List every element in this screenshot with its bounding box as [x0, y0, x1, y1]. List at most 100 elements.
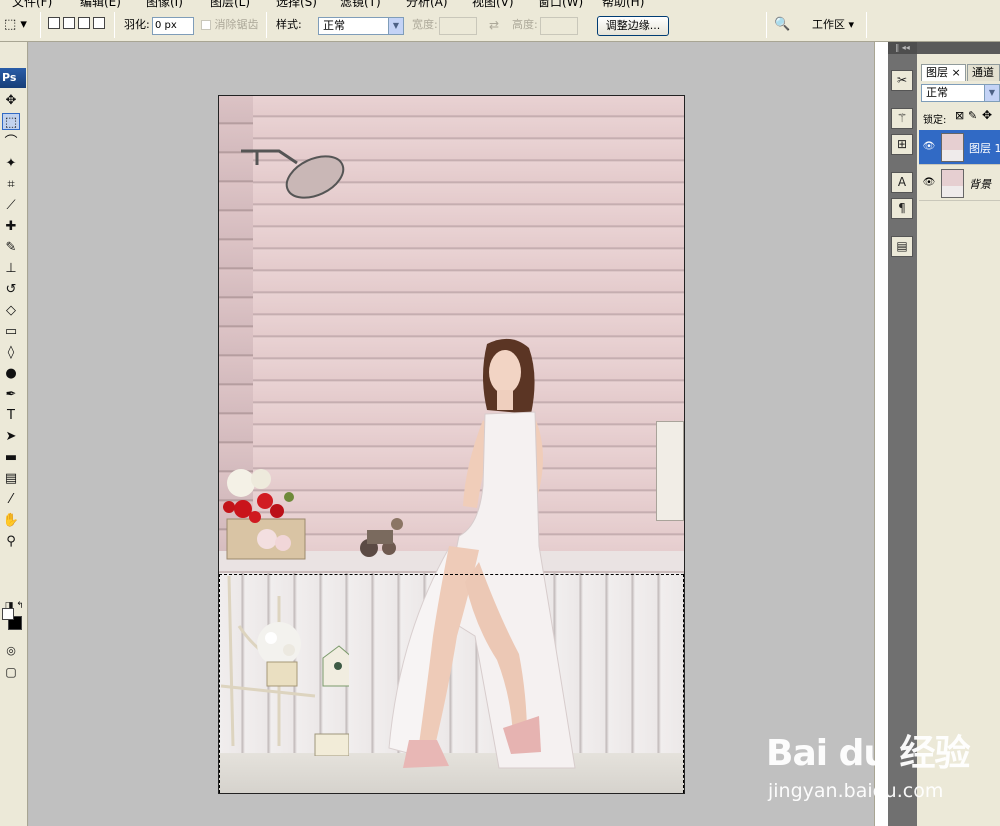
clone-source-icon[interactable]: ⊞	[891, 134, 913, 155]
divider	[866, 12, 867, 38]
zoom-tool-icon[interactable]: ⚲	[2, 533, 20, 550]
ps-logo: Ps	[0, 68, 26, 88]
close-icon[interactable]: ×	[952, 66, 961, 79]
info-panel-icon[interactable]: ▤	[891, 236, 913, 257]
menu-window[interactable]: 窗口(W)	[538, 0, 583, 8]
tab-channels[interactable]: 通道	[967, 64, 1000, 81]
refine-edge-button[interactable]: 调整边缘...	[597, 16, 669, 36]
width-input[interactable]	[439, 17, 477, 35]
photo-flowers	[223, 469, 306, 560]
brushes-icon[interactable]: ⚚	[891, 108, 913, 129]
height-input[interactable]	[540, 17, 578, 35]
menu-layer[interactable]: 图层(L)	[210, 0, 250, 8]
style-select-value: 正常	[323, 19, 345, 32]
options-bar: ⬚ ▾ 羽化: 0 px 消除锯齿 样式: 正常 ▼ 宽度: ⇄ 高度: 调整边…	[0, 8, 1000, 42]
height-label: 高度:	[512, 18, 538, 31]
baidu-jingyan-watermark: Bai du 经验 jingyan.baidu.com	[766, 724, 996, 814]
swap-dimensions-icon[interactable]: ⇄	[489, 16, 499, 34]
slice-tool-icon[interactable]: ⟋	[2, 197, 20, 214]
photo-shower-head	[241, 149, 345, 199]
palette-well-grip[interactable]: ‖ ◂◂	[888, 42, 917, 54]
gradient-tool-icon[interactable]: ▭	[2, 323, 20, 340]
dodge-tool-icon[interactable]: ●	[2, 365, 20, 382]
style-select[interactable]: 正常 ▼	[318, 17, 404, 35]
lock-position-icon[interactable]: ✥	[982, 108, 992, 122]
workspace-button[interactable]: 工作区 ▾	[812, 16, 854, 34]
history-brush-tool-icon[interactable]: ↺	[2, 281, 20, 298]
layer-thumbnail	[941, 169, 964, 198]
menu-file[interactable]: 文件(F)	[12, 0, 52, 8]
eye-icon[interactable]: 👁	[922, 140, 936, 154]
foreground-color-swatch[interactable]	[2, 608, 14, 620]
tab-layers-label: 图层	[926, 66, 948, 79]
blend-mode-value: 正常	[926, 86, 948, 99]
toolbox: Ps ✥ ⬚ ⌒ ✦ ⌗ ⟋ ✚ ✎ ⊥ ↺ ◇ ▭ ◊ ● ✒ T ➤ ▬ ▤ ⁄ ✋ ⚲ ◨ ↰ ◎ ▢	[0, 42, 28, 826]
watermark-logo: Bai du 经验	[766, 733, 971, 774]
layer-row[interactable]: 👁 图层 1	[919, 130, 1000, 165]
marquee-preset-icon[interactable]: ⬚ ▾	[4, 16, 27, 34]
dock-strip	[874, 42, 888, 826]
new-selection-icon[interactable]	[48, 17, 60, 29]
layer-row[interactable]: 👁 背景	[919, 166, 1000, 201]
lasso-tool-icon[interactable]: ⌒	[2, 134, 20, 151]
character-icon[interactable]: A	[891, 172, 913, 193]
layers-panel: 图层 × 通道 正常 ▼ 锁定: ⊠ ✎ ✥ 👁 图层 1 👁 背景	[917, 42, 1000, 826]
screen-mode-icon[interactable]: ▢	[2, 664, 20, 681]
watermark-url: jingyan.baidu.com	[768, 780, 944, 802]
palette-well: ‖ ◂◂ ✂ ⚚ ⊞ A ¶ ▤	[888, 42, 917, 826]
notes-tool-icon[interactable]: ▤	[2, 470, 20, 487]
feather-input[interactable]: 0 px	[152, 17, 194, 35]
divider	[266, 12, 267, 38]
marquee-tool-icon[interactable]: ⬚	[2, 113, 20, 130]
brush-tool-icon[interactable]: ✎	[2, 239, 20, 256]
hand-tool-icon[interactable]: ✋	[2, 512, 20, 529]
clone-stamp-tool-icon[interactable]: ⊥	[2, 260, 20, 277]
canvas-area[interactable]	[29, 42, 874, 826]
antialias-label: 消除锯齿	[214, 18, 259, 31]
crop-tool-icon[interactable]: ⌗	[2, 176, 20, 193]
lock-transparent-icon[interactable]: ⊠	[955, 109, 964, 122]
blur-tool-icon[interactable]: ◊	[2, 344, 20, 361]
style-label: 样式:	[276, 18, 302, 31]
menu-select[interactable]: 选择(S)	[276, 0, 317, 8]
healing-brush-tool-icon[interactable]: ✚	[2, 218, 20, 235]
eraser-tool-icon[interactable]: ◇	[2, 302, 20, 319]
subtract-selection-icon[interactable]	[78, 17, 90, 29]
layer-name: 背景	[969, 178, 991, 191]
add-selection-icon[interactable]	[63, 17, 75, 29]
menu-help[interactable]: 帮助(H)	[602, 0, 644, 8]
paragraph-icon[interactable]: ¶	[891, 198, 913, 219]
layers-panel-grip[interactable]	[917, 42, 1000, 54]
document-canvas[interactable]	[218, 95, 685, 794]
chevron-down-icon: ▼	[388, 18, 403, 34]
photo-mailbox	[656, 421, 684, 521]
antialias-checkbox-box[interactable]	[201, 20, 211, 30]
magic-wand-tool-icon[interactable]: ✦	[2, 155, 20, 172]
marquee-selection	[219, 574, 684, 793]
move-tool-icon[interactable]: ✥	[2, 92, 20, 109]
layer-name: 图层 1	[969, 142, 1000, 155]
menu-filter[interactable]: 滤镜(T)	[340, 0, 381, 8]
shape-tool-icon[interactable]: ▬	[2, 449, 20, 466]
menu-view[interactable]: 视图(V)	[472, 0, 514, 8]
pen-tool-icon[interactable]: ✒	[2, 386, 20, 403]
lock-paint-icon[interactable]: ✎	[968, 109, 977, 122]
menu-image[interactable]: 图像(I)	[146, 0, 183, 8]
file-browser-icon[interactable]: 🔍	[774, 16, 790, 34]
tools-preset-icon[interactable]: ✂	[891, 70, 913, 91]
eye-icon[interactable]: 👁	[922, 176, 936, 190]
eyedropper-tool-icon[interactable]: ⁄	[2, 491, 20, 508]
tab-layers[interactable]: 图层 ×	[921, 64, 966, 81]
divider	[40, 12, 41, 38]
divider	[114, 12, 115, 38]
type-tool-icon[interactable]: T	[2, 407, 20, 424]
path-selection-tool-icon[interactable]: ➤	[2, 428, 20, 445]
antialias-checkbox[interactable]: 消除锯齿	[201, 16, 259, 34]
menu-bar: 文件(F) 编辑(E) 图像(I) 图层(L) 选择(S) 滤镜(T) 分析(A…	[0, 0, 1000, 8]
quick-mask-icon[interactable]: ◎	[2, 642, 20, 659]
menu-analysis[interactable]: 分析(A)	[406, 0, 448, 8]
divider	[766, 12, 767, 38]
blend-mode-select[interactable]: 正常 ▼	[921, 84, 1000, 102]
menu-edit[interactable]: 编辑(E)	[80, 0, 121, 8]
intersect-selection-icon[interactable]	[93, 17, 105, 29]
